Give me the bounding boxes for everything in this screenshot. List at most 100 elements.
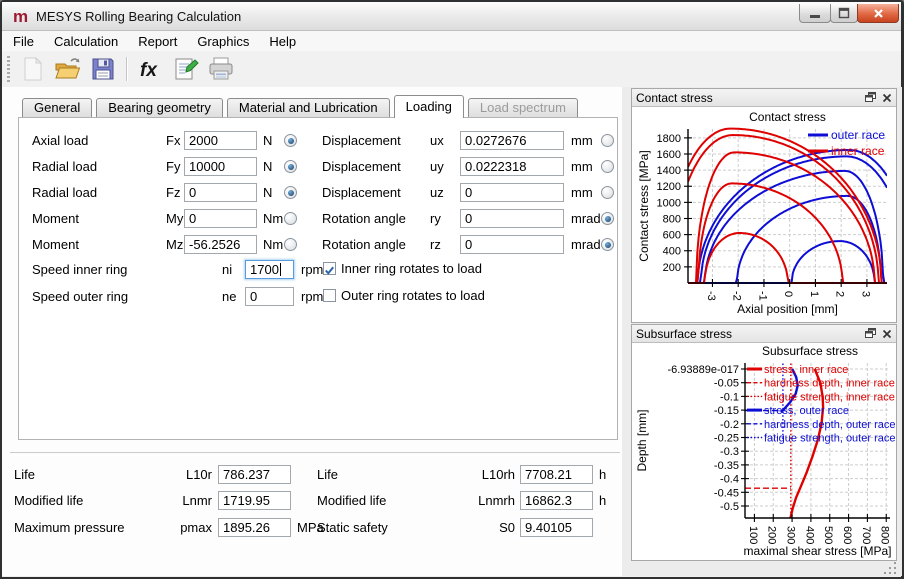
svg-text:400: 400 <box>663 246 681 258</box>
checkbox-outer-ring-rotates-to-load[interactable] <box>323 289 336 302</box>
subsurface-stress-chart: -6.93889e-017-0.05-0.1-0.15-0.2-0.25-0.3… <box>632 343 896 561</box>
maximize-button[interactable] <box>830 4 858 23</box>
input-ni[interactable] <box>245 260 294 279</box>
float-panel-icon[interactable] <box>865 92 876 103</box>
output-lnmrh[interactable] <box>520 491 593 510</box>
radio-fx[interactable] <box>284 134 297 147</box>
radio-uy[interactable] <box>601 160 614 173</box>
svg-text:fatigue strength, inner race: fatigue strength, inner race <box>764 391 895 403</box>
app-window: m MESYS Rolling Bearing Calculation File… <box>0 0 904 579</box>
toolbar-icons: fx <box>18 54 236 84</box>
tab-bearing-geometry[interactable]: Bearing geometry <box>96 98 223 117</box>
load-row-label: Axial load <box>32 133 88 148</box>
close-button[interactable] <box>857 4 899 23</box>
svg-text:hardness depth, inner race: hardness depth, inner race <box>764 378 895 390</box>
svg-text:Axial position [mm]: Axial position [mm] <box>737 302 838 316</box>
svg-text:stress, inner race: stress, inner race <box>764 364 848 376</box>
displacement-row-unit: mm <box>571 133 593 148</box>
report-button[interactable] <box>171 54 201 84</box>
input-mz[interactable] <box>184 235 257 254</box>
output-pmax[interactable] <box>218 518 291 537</box>
close-panel-icon[interactable] <box>882 93 892 103</box>
input-fx[interactable] <box>184 131 257 150</box>
radio-fz[interactable] <box>284 186 297 199</box>
result-symbol: Lnmrh <box>455 493 515 508</box>
save-button[interactable] <box>88 54 118 84</box>
input-rz[interactable] <box>460 235 564 254</box>
open-file-button[interactable] <box>53 54 83 84</box>
load-row-symbol: Mz <box>166 237 183 252</box>
svg-text:-6.93889e-017: -6.93889e-017 <box>667 364 739 376</box>
input-my[interactable] <box>184 209 257 228</box>
input-ux[interactable] <box>460 131 564 150</box>
svg-text:stress, outer race: stress, outer race <box>764 405 849 417</box>
checkbox-inner-ring-rotates-to-load[interactable] <box>323 262 336 275</box>
speed-row-unit: rpm <box>301 262 323 277</box>
load-row-label: Radial load <box>32 159 97 174</box>
input-ne[interactable] <box>245 287 294 306</box>
input-fy[interactable] <box>184 157 257 176</box>
radio-fy[interactable] <box>284 160 297 173</box>
output-lnmr[interactable] <box>218 491 291 510</box>
svg-text:1000: 1000 <box>657 197 681 209</box>
svg-text:1400: 1400 <box>657 165 681 177</box>
title-bar[interactable]: m MESYS Rolling Bearing Calculation <box>2 2 901 31</box>
radio-rz[interactable] <box>601 238 614 251</box>
minimize-button[interactable] <box>799 4 831 23</box>
speed-row-label: Speed outer ring <box>32 289 128 304</box>
displacement-row-unit: mm <box>571 159 593 174</box>
open-file-icon <box>54 56 82 82</box>
close-panel-icon[interactable] <box>882 329 892 339</box>
svg-text:1: 1 <box>808 291 820 297</box>
contact-stress-panel: Contact stress 2004006008001000120014001… <box>631 88 897 323</box>
radio-ux[interactable] <box>601 134 614 147</box>
subsurface-stress-panel-header[interactable]: Subsurface stress <box>632 325 896 343</box>
print-button[interactable] <box>206 54 236 84</box>
input-uz[interactable] <box>460 183 564 202</box>
output-l10rh[interactable] <box>520 465 593 484</box>
menu-calculation[interactable]: Calculation <box>45 32 127 51</box>
tab-loading[interactable]: Loading <box>394 95 464 118</box>
input-fz[interactable] <box>184 183 257 202</box>
radio-mz[interactable] <box>284 238 297 251</box>
window-resize-grip[interactable] <box>884 562 898 576</box>
svg-text:1800: 1800 <box>657 133 681 145</box>
menu-report[interactable]: Report <box>129 32 186 51</box>
displacement-row-label: Displacement <box>322 185 401 200</box>
displacement-row-unit: mrad <box>571 211 601 226</box>
subsurface-stress-panel-title: Subsurface stress <box>636 327 865 341</box>
radio-ry[interactable] <box>601 212 614 225</box>
input-uy[interactable] <box>460 157 564 176</box>
function-button[interactable]: fx <box>136 54 166 84</box>
new-file-button <box>18 54 48 84</box>
displacement-row-symbol: uz <box>430 185 444 200</box>
displacement-row-label: Rotation angle <box>322 211 406 226</box>
speed-row-label: Speed inner ring <box>32 262 127 277</box>
svg-text:-3: -3 <box>705 291 717 301</box>
contact-stress-panel-header[interactable]: Contact stress <box>632 89 896 107</box>
result-label: Life <box>14 467 35 482</box>
load-row-unit: N <box>263 133 272 148</box>
radio-uz[interactable] <box>601 186 614 199</box>
svg-text:200: 200 <box>766 526 778 544</box>
radio-my[interactable] <box>284 212 297 225</box>
output-s0[interactable] <box>520 518 593 537</box>
contact-stress-chart: 20040060080010001200140016001800-3-2-101… <box>632 107 896 323</box>
input-ry[interactable] <box>460 209 564 228</box>
menu-help[interactable]: Help <box>260 32 305 51</box>
svg-text:2: 2 <box>834 291 846 297</box>
tab-general[interactable]: General <box>22 98 92 117</box>
tab-material-and-lubrication[interactable]: Material and Lubrication <box>227 98 390 117</box>
svg-text:outer race: outer race <box>831 128 885 142</box>
result-label: Modified life <box>317 493 386 508</box>
svg-text:600: 600 <box>841 526 853 544</box>
menu-graphics[interactable]: Graphics <box>188 32 258 51</box>
output-l10r[interactable] <box>218 465 291 484</box>
float-panel-icon[interactable] <box>865 328 876 339</box>
menu-file[interactable]: File <box>4 32 43 51</box>
svg-text:-0.35: -0.35 <box>714 460 739 472</box>
result-symbol: pmax <box>152 520 212 535</box>
svg-text:m: m <box>13 8 28 24</box>
displacement-row-symbol: ux <box>430 133 444 148</box>
toolbar-drag-handle[interactable] <box>7 56 10 82</box>
